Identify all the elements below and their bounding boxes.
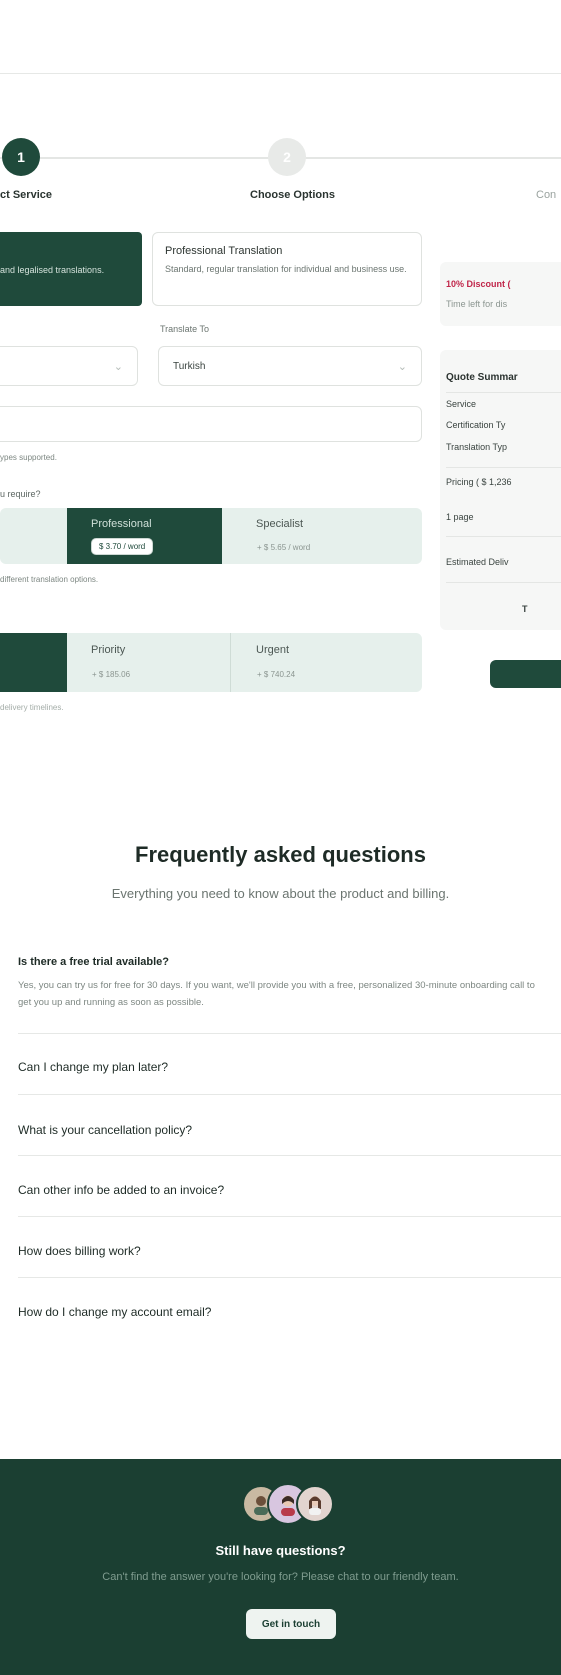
step-1-circle[interactable]: 1	[2, 138, 40, 176]
faq-answer-1: Yes, you can try us for free for 30 days…	[18, 980, 535, 1008]
tier-specialist-price: + $ 5.65 / word	[257, 543, 311, 552]
chevron-down-icon: ⌄	[113, 360, 123, 373]
get-in-touch-button[interactable]: Get in touch	[246, 1609, 336, 1639]
faq-question-5[interactable]: How does billing work?	[18, 1244, 141, 1258]
tier-urgent-name: Urgent	[256, 644, 290, 656]
support-cta: Still have questions? Can't find the ans…	[0, 1459, 561, 1675]
translate-to-label: Translate To	[160, 324, 210, 334]
quote-title: Quote Summar	[446, 372, 518, 383]
discount-subtitle: Time left for dis	[446, 299, 508, 309]
service-card-certified[interactable]: and legalised translations.	[0, 232, 142, 306]
step-2-label: Choose Options	[250, 189, 335, 201]
tier-professional-price: $ 3.70 / word	[91, 538, 154, 555]
discount-panel: 10% Discount ( Time left for dis	[440, 262, 561, 326]
top-bar	[0, 0, 561, 74]
faq-subtitle: Everything you need to know about the pr…	[111, 886, 450, 901]
tier-standard[interactable]	[0, 633, 67, 692]
faq-question-6[interactable]: How do I change my account email?	[18, 1305, 211, 1319]
quote-total: T	[522, 604, 528, 614]
professional-desc: Standard, regular translation for indivi…	[165, 264, 407, 274]
tier-urgent-price: + $ 740.24	[257, 670, 296, 679]
quote-divider	[446, 582, 561, 583]
service-card-professional[interactable]: Professional Translation Standard, regul…	[152, 232, 422, 306]
translate-to-select[interactable]: Turkish ⌄	[158, 346, 422, 386]
step-1-number: 1	[17, 149, 25, 165]
faq-title: Frequently asked questions	[135, 842, 426, 867]
team-avatars	[242, 1483, 334, 1525]
translate-from-select[interactable]: ⌄	[0, 346, 138, 386]
quote-estimated-delivery: Estimated Deliv	[446, 557, 509, 567]
faq-question-4[interactable]: Can other info be added to an invoice?	[18, 1183, 224, 1197]
quote-pages: 1 page	[446, 512, 474, 522]
tier-priority[interactable]: Priority + $ 185.06	[67, 633, 230, 692]
quote-summary-panel: Quote Summar Service Certification Ty Tr…	[440, 350, 561, 630]
quote-row-translation: Translation Typ	[446, 442, 508, 452]
cta-subtitle: Can't find the answer you're looking for…	[102, 1571, 459, 1583]
quote-divider	[446, 536, 561, 537]
tier-professional-name: Professional	[91, 518, 152, 530]
tier-professional[interactable]: Professional $ 3.70 / word	[67, 508, 222, 564]
step-1-label: ct Service	[0, 189, 52, 201]
discount-title: 10% Discount (	[446, 279, 511, 289]
step-2-circle[interactable]: 2	[268, 138, 306, 176]
tier-urgent[interactable]: Urgent + $ 740.24	[231, 633, 422, 692]
quote-pricing: Pricing ( $ 1,236	[446, 477, 512, 487]
faq-divider	[18, 1216, 561, 1217]
quote-divider	[446, 392, 561, 393]
chevron-down-icon: ⌄	[397, 360, 407, 373]
tier-priority-name: Priority	[91, 644, 126, 656]
avatar	[296, 1485, 334, 1523]
certified-desc: and legalised translations.	[0, 265, 105, 275]
faq-question-2[interactable]: Can I change my plan later?	[18, 1060, 168, 1074]
faq-divider	[18, 1033, 561, 1034]
file-upload-field[interactable]	[0, 406, 422, 442]
delivery-hint: delivery timelines.	[0, 703, 64, 712]
quality-hint: different translation options.	[0, 575, 99, 584]
quote-divider	[446, 467, 561, 468]
faq-question-1[interactable]: Is there a free trial available?	[18, 956, 169, 968]
tier-specialist-name: Specialist	[256, 518, 304, 530]
quality-question: u require?	[0, 489, 41, 499]
tier-specialist[interactable]: Specialist + $ 5.65 / word	[222, 508, 422, 564]
step-2-number: 2	[283, 149, 291, 165]
faq-divider	[18, 1094, 561, 1095]
continue-button[interactable]	[490, 660, 561, 688]
cta-title: Still have questions?	[215, 1543, 346, 1558]
tier-priority-price: + $ 185.06	[92, 670, 131, 679]
translate-to-value: Turkish	[173, 360, 206, 372]
faq-divider	[18, 1155, 561, 1156]
quote-row-service: Service	[446, 399, 477, 409]
quote-row-certification: Certification Ty	[446, 420, 506, 430]
faq-divider	[18, 1277, 561, 1278]
step-3-label: Con	[536, 189, 557, 201]
upload-hint: ypes supported.	[0, 453, 57, 462]
faq-question-3[interactable]: What is your cancellation policy?	[18, 1123, 192, 1137]
professional-title: Professional Translation	[165, 245, 283, 257]
